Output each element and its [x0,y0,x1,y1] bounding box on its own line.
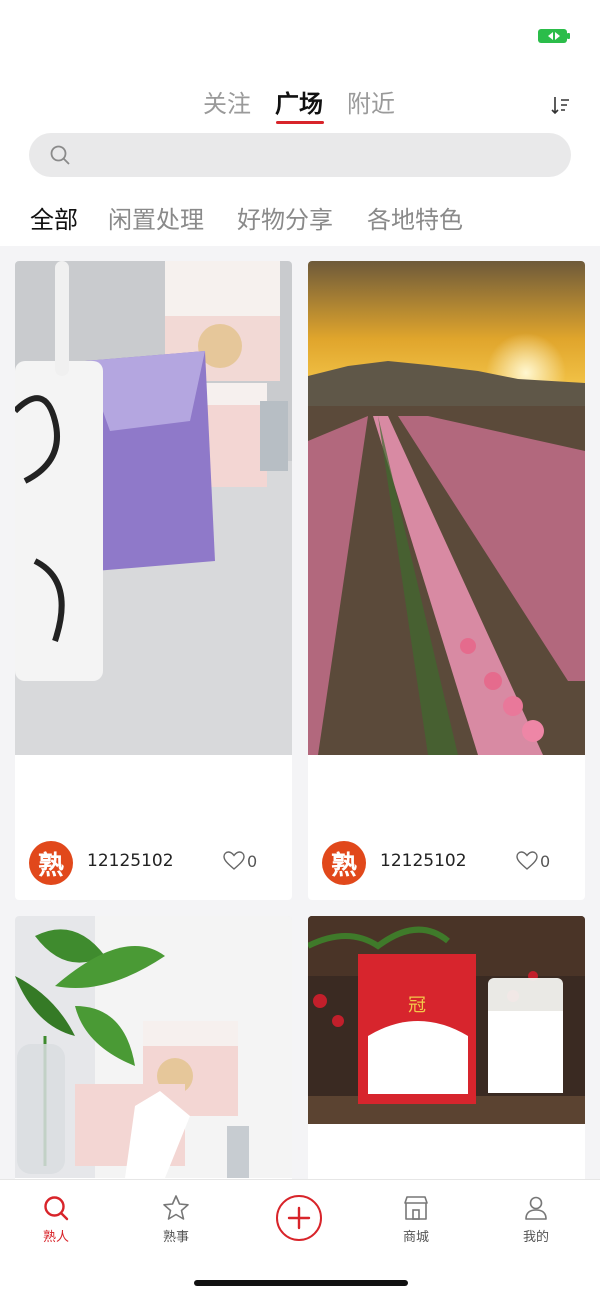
like-count: 0 [247,851,258,871]
bottom-tab-bar: 熟人 熟事 商城 我的 [0,1179,600,1300]
home-indicator [194,1280,408,1286]
avatar[interactable]: 熟 [322,841,366,885]
category-all[interactable]: 全部 [30,200,78,235]
add-post-button[interactable] [276,1195,322,1241]
category-row: 全部 闲置处理 好物分享 各地特色 [0,200,600,240]
tab-shop[interactable]: 商城 [376,1194,456,1245]
post-footer: 熟 12125102 0 [15,833,292,893]
post-image[interactable]: 冠 [308,916,585,1124]
status-bar [0,0,600,70]
tab-label: 熟人 [42,1230,69,1245]
username[interactable]: 12125102 [380,851,467,871]
tab-label: 商城 [402,1230,429,1245]
search-bar[interactable] [29,133,571,177]
post-image[interactable] [15,261,292,755]
post-card[interactable]: 熟 12125102 0 [308,261,585,900]
heart-icon [223,851,245,870]
tab-label: 我的 [522,1230,549,1245]
shop-icon [404,1196,428,1220]
post-card[interactable]: 熟 12125102 0 [15,261,292,900]
heart-icon [516,851,538,870]
top-tabs: 关注 广场 附近 [0,84,600,130]
tab-affairs[interactable]: 熟事 [136,1194,216,1245]
tab-nearby[interactable]: 附近 [347,84,395,119]
tab-follow[interactable]: 关注 [203,84,251,119]
post-card[interactable] [15,916,292,1179]
sort-icon[interactable] [550,94,572,116]
star-icon [163,1195,189,1220]
category-idle-items[interactable]: 闲置处理 [108,200,204,235]
category-good-share[interactable]: 好物分享 [237,200,333,235]
battery-icon [538,29,570,43]
like-count: 0 [540,851,551,871]
active-tab-indicator [276,121,324,124]
tab-acquaintances[interactable]: 熟人 [16,1194,96,1245]
post-image[interactable] [308,261,585,755]
avatar[interactable]: 熟 [29,841,73,885]
search-icon [50,145,70,165]
post-feed: 熟 12125102 0 熟 12125102 0 冠 [0,246,600,1179]
post-footer: 熟 12125102 0 [308,833,585,893]
tab-square[interactable]: 广场 [275,84,323,119]
post-image[interactable] [15,916,292,1178]
user-icon [525,1196,547,1220]
category-local-specialties[interactable]: 各地特色 [367,200,463,235]
plus-icon [287,1206,311,1230]
search-icon [44,1196,69,1221]
like-button[interactable]: 0 [516,847,550,875]
username[interactable]: 12125102 [87,851,174,871]
product-logo-text: 冠 [408,995,426,1016]
tab-label: 熟事 [162,1230,189,1245]
post-card[interactable]: 冠 [308,916,585,1179]
tab-me[interactable]: 我的 [496,1194,576,1245]
like-button[interactable]: 0 [223,847,257,875]
